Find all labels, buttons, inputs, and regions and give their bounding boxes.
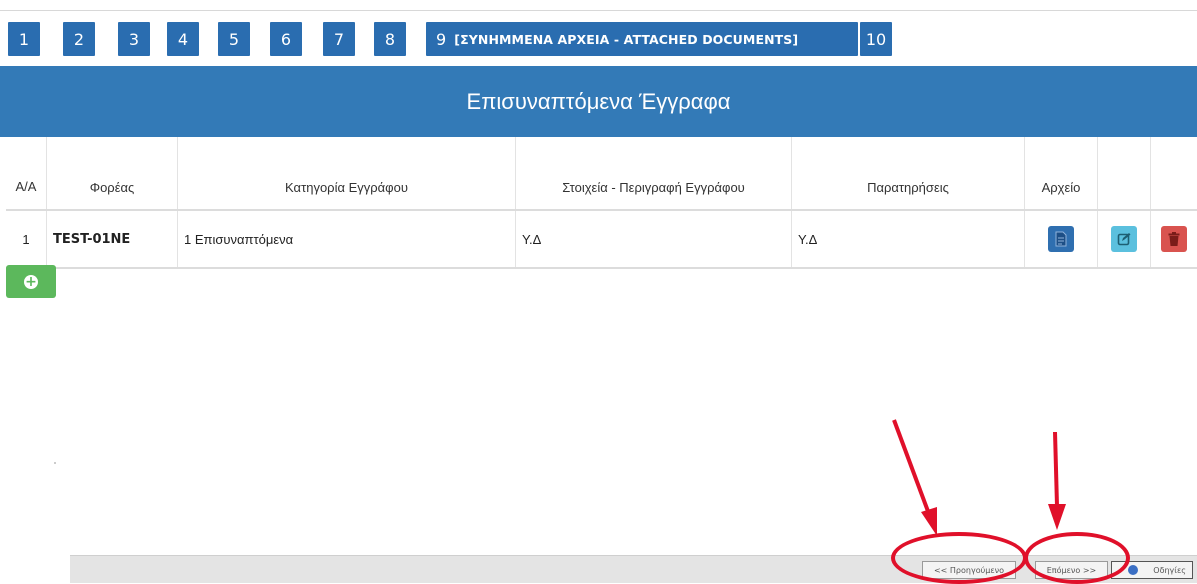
annotation-arrow-next-line bbox=[1055, 432, 1057, 506]
annotation-arrow-previous-line bbox=[894, 420, 929, 514]
annotation-arrow-previous-head bbox=[921, 507, 937, 536]
annotation-arrow-next-head bbox=[1048, 504, 1066, 530]
annotation-arrows bbox=[0, 0, 1197, 582]
